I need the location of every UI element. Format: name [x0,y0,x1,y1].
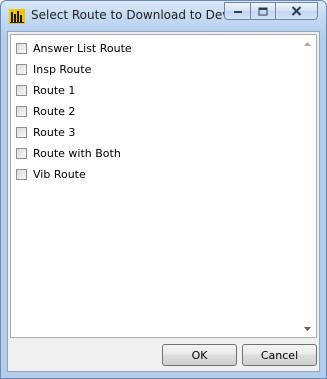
route-label: Vib Route [33,168,86,181]
route-checkbox[interactable] [16,85,27,96]
scroll-up-button[interactable] [299,35,316,52]
scroll-down-button[interactable] [299,320,316,337]
route-item-route-2[interactable]: Route 2 [11,101,298,122]
scroll-up-arrow-icon [304,41,311,46]
scroll-down-arrow-icon [304,326,311,331]
route-checkbox[interactable] [16,127,27,138]
route-label: Route with Both [33,147,121,160]
caption-buttons [224,2,318,21]
route-label: Route 2 [33,105,76,118]
minimize-button[interactable] [224,2,250,20]
route-label: Answer List Route [33,42,132,55]
route-item-route-3[interactable]: Route 3 [11,122,298,143]
vertical-scrollbar[interactable] [299,35,316,337]
route-label: Route 1 [33,84,76,97]
close-button[interactable] [275,2,318,20]
route-item-answer-list-route[interactable]: Answer List Route [11,38,298,59]
route-label: Route 3 [33,126,76,139]
cancel-button[interactable]: Cancel [242,344,317,366]
route-item-route-with-both[interactable]: Route with Both [11,143,298,164]
maximize-button[interactable] [250,2,275,20]
route-item-vib-route[interactable]: Vib Route [11,164,298,185]
maximize-icon [258,7,268,15]
route-list: Answer List Route Insp Route Route 1 Rou… [11,38,298,185]
close-icon [291,6,302,16]
route-label: Insp Route [33,63,92,76]
ok-button[interactable]: OK [162,344,237,366]
dialog-client-area: Answer List Route Insp Route Route 1 Rou… [7,31,320,372]
minimize-icon [233,11,242,13]
route-checkbox[interactable] [16,148,27,159]
route-checkbox[interactable] [16,169,27,180]
route-item-route-1[interactable]: Route 1 [11,80,298,101]
route-list-box[interactable]: Answer List Route Insp Route Route 1 Rou… [10,34,317,338]
app-logo-icon [9,9,25,24]
title-bar[interactable]: Select Route to Download to Device [1,1,326,31]
window-title: Select Route to Download to Device [31,8,247,22]
route-checkbox[interactable] [16,106,27,117]
route-item-insp-route[interactable]: Insp Route [11,59,298,80]
route-checkbox[interactable] [16,64,27,75]
route-checkbox[interactable] [16,43,27,54]
dialog-window: Select Route to Download to Device Answe… [0,0,327,379]
